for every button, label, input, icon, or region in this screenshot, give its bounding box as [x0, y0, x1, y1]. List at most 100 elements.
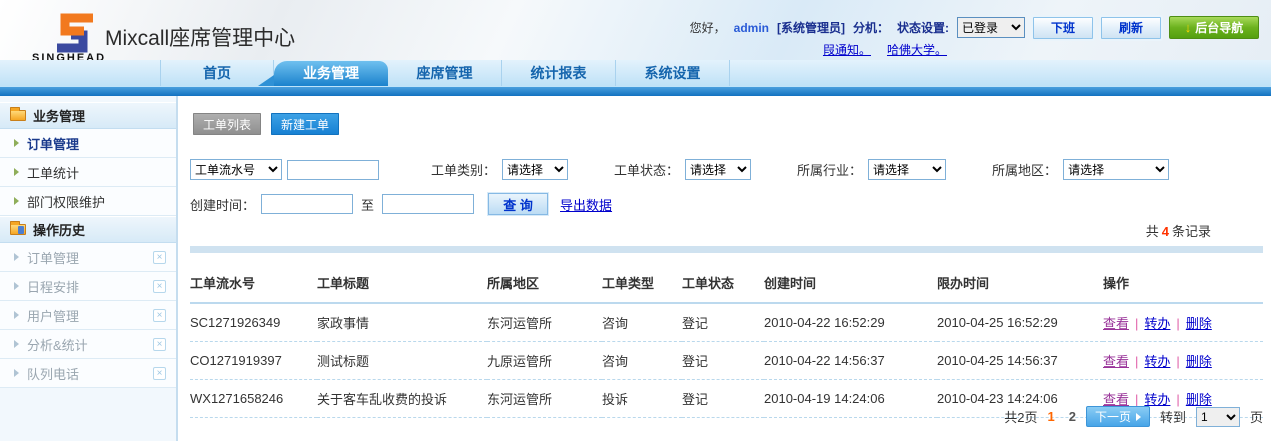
arrow-right-icon — [14, 253, 19, 261]
next-page-button[interactable]: 下一页 — [1086, 406, 1150, 427]
sidebar-item[interactable]: 日程安排× — [0, 272, 176, 301]
cell-type: 投诉 — [602, 380, 682, 418]
transfer-link[interactable]: 转办 — [1144, 316, 1170, 331]
nav-tab[interactable]: 座席管理 — [388, 60, 502, 86]
sidebar-item[interactable]: 分析&统计 × — [0, 330, 176, 359]
down-arrow-icon: ↓ — [1185, 21, 1192, 34]
cell-region: 东河运管所 — [487, 303, 602, 342]
action-separator: | — [1129, 392, 1144, 407]
table-row: CO1271919397测试标题九原运管所咨询登记2010-04-22 14:5… — [190, 342, 1263, 380]
view-tabs: 工单列表 新建工单 — [190, 113, 1263, 135]
sidebar-item-label: 分析&统计 — [27, 335, 145, 354]
cell-created: 2010-04-22 16:52:29 — [764, 303, 937, 342]
sidebar-item[interactable]: 队列电话× — [0, 359, 176, 388]
new-worksheet-tab[interactable]: 新建工单 — [271, 113, 339, 135]
sidebar-item[interactable]: 部门权限维护 — [0, 187, 176, 216]
next-page-label: 下一页 — [1095, 408, 1131, 425]
sidebar-item[interactable]: 用户管理× — [0, 301, 176, 330]
cell-type: 咨询 — [602, 303, 682, 342]
column-header: 工单标题 — [317, 253, 487, 303]
username-link[interactable]: admin — [734, 21, 769, 35]
close-icon[interactable]: × — [153, 251, 166, 264]
action-separator: | — [1129, 316, 1144, 331]
serial-field-select[interactable]: 工单流水号 — [190, 159, 282, 180]
page-number[interactable]: 2 — [1069, 409, 1076, 424]
notice-links: 叚通知。 哈佛大学。 — [823, 41, 947, 58]
nav-tab[interactable]: 首页 — [160, 60, 274, 86]
sidebar-section-header[interactable]: 操作历史 — [0, 216, 176, 243]
status-select[interactable]: 已登录 — [957, 17, 1025, 38]
close-icon[interactable]: × — [153, 367, 166, 380]
cell-title: 关于客车乱收费的投诉 — [317, 380, 487, 418]
close-icon[interactable]: × — [153, 338, 166, 351]
category-label: 工单类别： — [431, 160, 496, 179]
nav-tab[interactable]: 系统设置 — [616, 60, 730, 86]
delete-link[interactable]: 删除 — [1186, 392, 1212, 407]
notice-link[interactable]: 哈佛大学。 — [887, 41, 947, 58]
nav-tab[interactable]: 业务管理 — [274, 61, 388, 86]
view-link[interactable]: 查看 — [1103, 354, 1129, 369]
column-header: 工单状态 — [682, 253, 764, 303]
notice-link[interactable]: 叚通知。 — [823, 41, 871, 58]
app-title: Mixcall座席管理中心 — [105, 22, 295, 52]
singhead-s-logo — [48, 10, 100, 54]
sidebar-item-label: 订单管理 — [27, 248, 145, 267]
user-role: [系统管理员] — [777, 19, 845, 36]
filter-row-2: 创建时间： 至 查 询 导出数据 — [190, 193, 1263, 215]
cell-region: 东河运管所 — [487, 380, 602, 418]
sidebar-section-header[interactable]: 业务管理 — [0, 102, 176, 129]
created-to-input[interactable] — [382, 194, 474, 214]
created-from-input[interactable] — [261, 194, 353, 214]
worksheet-list-tab[interactable]: 工单列表 — [193, 113, 261, 135]
arrow-right-icon — [14, 282, 19, 290]
nav-accent-bar — [0, 86, 1271, 96]
column-header: 所属地区 — [487, 253, 602, 303]
close-icon[interactable]: × — [153, 280, 166, 293]
sidebar-item[interactable]: 订单管理 — [0, 129, 176, 158]
nav-tab[interactable]: 统计报表 — [502, 60, 616, 86]
action-separator: | — [1170, 354, 1185, 369]
refresh-button[interactable]: 刷新 — [1101, 17, 1161, 39]
delete-link[interactable]: 删除 — [1186, 316, 1212, 331]
category-select[interactable]: 请选择 — [502, 159, 568, 180]
industry-select[interactable]: 请选择 — [868, 159, 946, 180]
page-number[interactable]: 1 — [1048, 409, 1055, 424]
range-separator: 至 — [361, 195, 374, 214]
table-row: SC1271926349家政事情东河运管所咨询登记2010-04-22 16:5… — [190, 303, 1263, 342]
arrow-right-icon — [14, 139, 19, 147]
cell-created: 2010-04-19 14:24:06 — [764, 380, 937, 418]
industry-label: 所属行业： — [797, 160, 862, 179]
region-select[interactable]: 请选择 — [1063, 159, 1169, 180]
delete-link[interactable]: 删除 — [1186, 354, 1212, 369]
goto-page-select[interactable]: 1 — [1196, 407, 1240, 427]
backend-nav-button[interactable]: ↓ 后台导航 — [1169, 16, 1259, 39]
transfer-link[interactable]: 转办 — [1144, 392, 1170, 407]
search-button[interactable]: 查 询 — [488, 193, 548, 215]
cell-region: 九原运管所 — [487, 342, 602, 380]
off-duty-button[interactable]: 下班 — [1033, 17, 1093, 39]
view-link[interactable]: 查看 — [1103, 392, 1129, 407]
cell-serial: SC1271926349 — [190, 303, 317, 342]
backend-nav-label: 后台导航 — [1195, 19, 1243, 36]
view-link[interactable]: 查看 — [1103, 316, 1129, 331]
main-nav: 首页业务管理座席管理统计报表系统设置 — [0, 60, 1271, 86]
arrow-right-icon — [14, 340, 19, 348]
record-count-number: 4 — [1159, 224, 1172, 239]
status-filter-select[interactable]: 请选择 — [685, 159, 751, 180]
worksheet-table: 工单流水号工单标题所属地区工单类型工单状态创建时间限办时间操作 SC127192… — [190, 253, 1263, 418]
export-data-link[interactable]: 导出数据 — [560, 195, 612, 214]
greeting-text: 您好， — [690, 19, 726, 36]
cell-title: 家政事情 — [317, 303, 487, 342]
app-window: SINGHEAD Mixcall座席管理中心 您好， admin [系统管理员]… — [0, 0, 1271, 441]
serial-input[interactable] — [287, 160, 379, 180]
cell-actions: 查看|转办|删除 — [1103, 342, 1263, 380]
cell-deadline: 2010-04-25 16:52:29 — [937, 303, 1103, 342]
transfer-link[interactable]: 转办 — [1144, 354, 1170, 369]
record-count: 共4条记录 — [190, 221, 1263, 240]
action-separator: | — [1129, 354, 1144, 369]
close-icon[interactable]: × — [153, 309, 166, 322]
sidebar-item[interactable]: 订单管理 × — [0, 243, 176, 272]
sidebar-item[interactable]: 工单统计 — [0, 158, 176, 187]
action-separator: | — [1170, 316, 1185, 331]
record-count-prefix: 共 — [1146, 224, 1159, 239]
